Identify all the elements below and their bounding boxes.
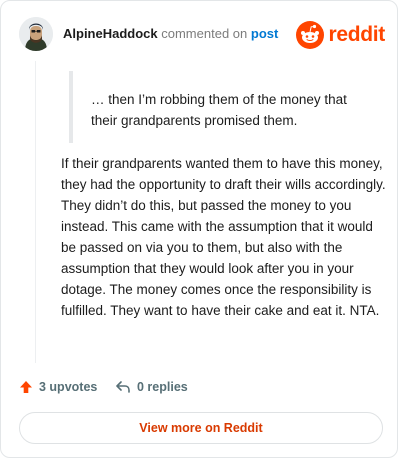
view-more-button[interactable]: View more on Reddit (19, 412, 383, 444)
comment-embed-card: AlpineHaddock commented on post reddit …… (0, 0, 398, 458)
comment-stats: 3 upvotes 0 replies (19, 377, 385, 397)
thread-line[interactable] (35, 61, 36, 363)
reply-icon (116, 381, 130, 393)
quote-text: … then I’m robbing them of the money tha… (91, 92, 347, 128)
upvote-arrow-icon (20, 381, 32, 393)
reddit-logo[interactable]: reddit (296, 20, 385, 50)
reddit-alien-icon (296, 21, 325, 49)
author-line: AlpineHaddock commented on post (63, 26, 278, 41)
reddit-wordmark: reddit (328, 23, 385, 46)
reply-count: 0 replies (137, 380, 188, 394)
upvote-stat[interactable]: 3 upvotes (19, 377, 97, 397)
avatar[interactable] (19, 17, 53, 51)
upvote-count: 3 upvotes (39, 380, 98, 394)
avatar-image (19, 17, 53, 51)
comment-header: AlpineHaddock commented on post reddit (19, 17, 385, 53)
blockquote: … then I’m robbing them of the money tha… (69, 71, 369, 143)
comment-body: If their grandparents wanted them to hav… (61, 156, 386, 318)
reply-stat[interactable]: 0 replies (115, 377, 188, 397)
post-link[interactable]: post (251, 26, 278, 41)
author-name[interactable]: AlpineHaddock (63, 26, 158, 41)
action-text: commented on (161, 26, 248, 41)
